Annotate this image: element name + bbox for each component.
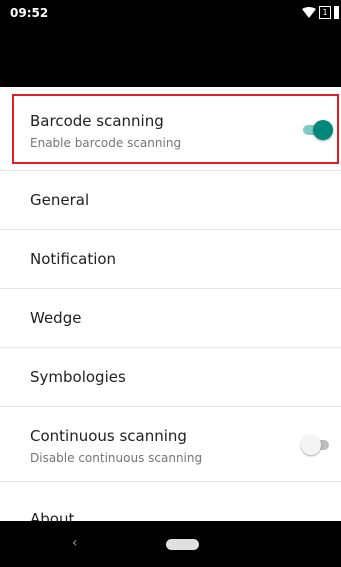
barcode-scanning-title: Barcode scanning (30, 112, 164, 130)
home-pill[interactable] (166, 539, 199, 550)
notification-title: Notification (30, 250, 117, 268)
continuous-scanning-title: Continuous scanning (30, 427, 187, 445)
settings-list: Barcode scanning Enable barcode scanning… (0, 87, 341, 541)
general-title: General (30, 191, 90, 209)
continuous-scanning-toggle[interactable] (301, 435, 331, 455)
toggle-thumb (301, 435, 321, 455)
setting-notification[interactable]: Notification (0, 230, 341, 289)
toggle-thumb (313, 120, 333, 140)
setting-general[interactable]: General (0, 171, 341, 230)
status-bar: 09:52 1 (0, 0, 341, 87)
status-time: 09:52 (10, 6, 49, 20)
setting-symbologies[interactable]: Symbologies (0, 348, 341, 407)
back-icon[interactable]: ‹ (72, 535, 78, 551)
continuous-scanning-subtitle: Disable continuous scanning (30, 451, 203, 465)
barcode-scanning-subtitle: Enable barcode scanning (30, 136, 182, 150)
symbologies-title: Symbologies (30, 368, 126, 386)
screen: 09:52 1 Barcode scanning Enable barcode … (0, 0, 341, 567)
wifi-icon (302, 6, 316, 18)
wedge-title: Wedge (30, 309, 82, 327)
sim-icon: 1 (319, 6, 331, 19)
battery-icon (334, 6, 339, 19)
setting-wedge[interactable]: Wedge (0, 289, 341, 348)
status-icons: 1 (302, 6, 339, 19)
nav-bar: ‹ (0, 521, 341, 567)
barcode-scanning-toggle[interactable] (301, 120, 333, 140)
setting-continuous-scanning[interactable]: Continuous scanning Disable continuous s… (0, 407, 341, 482)
setting-barcode-scanning[interactable]: Barcode scanning Enable barcode scanning (0, 87, 341, 171)
